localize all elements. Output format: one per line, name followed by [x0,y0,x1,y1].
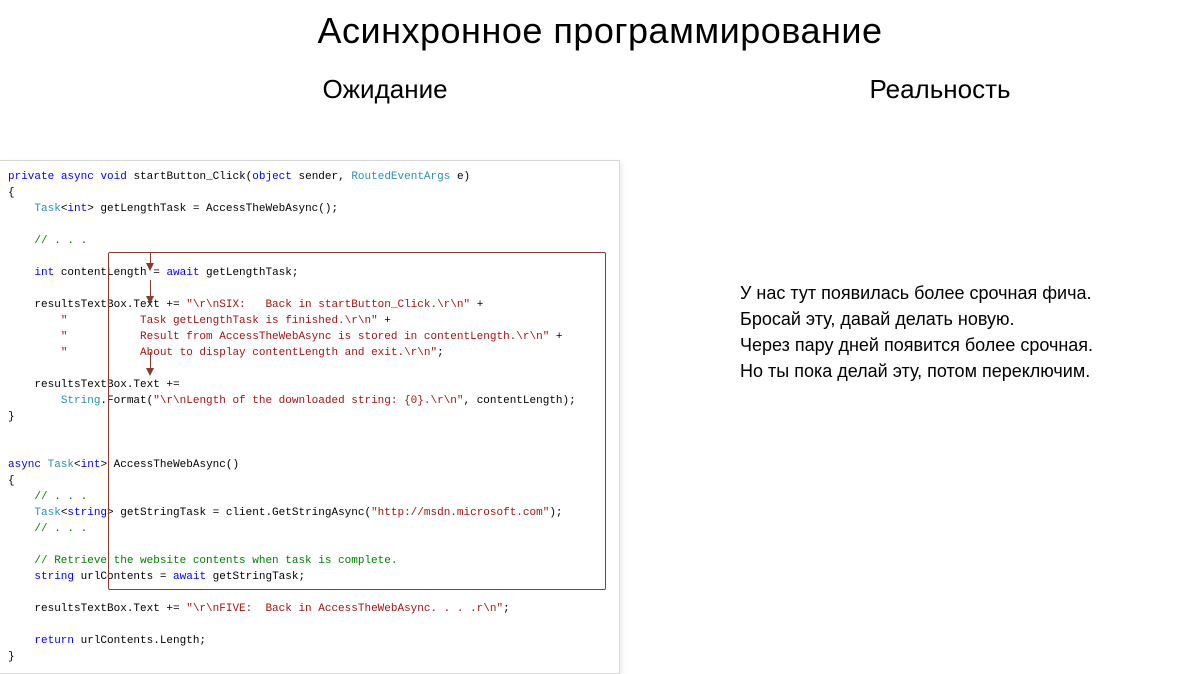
reality-text: У нас тут появилась более срочная фича.Б… [740,280,1140,384]
reality-line: Бросай эту, давай делать новую. [740,306,1140,332]
slide-title: Асинхронное программирование [0,10,1200,52]
expectation-heading: Ожидание [40,74,660,105]
code-snippet: private async void startButton_Click(obj… [0,160,620,674]
arrow-1-icon [146,263,154,271]
reality-line: У нас тут появилась более срочная фича. [740,280,1140,306]
reality-line: Через пару дней появится более срочная. [740,332,1140,358]
reality-line: Но ты пока делай эту, потом переключим. [740,358,1140,384]
arrow-3-icon [146,368,154,376]
arrow-2-icon [146,296,154,304]
reality-heading: Реальность [740,74,1140,105]
